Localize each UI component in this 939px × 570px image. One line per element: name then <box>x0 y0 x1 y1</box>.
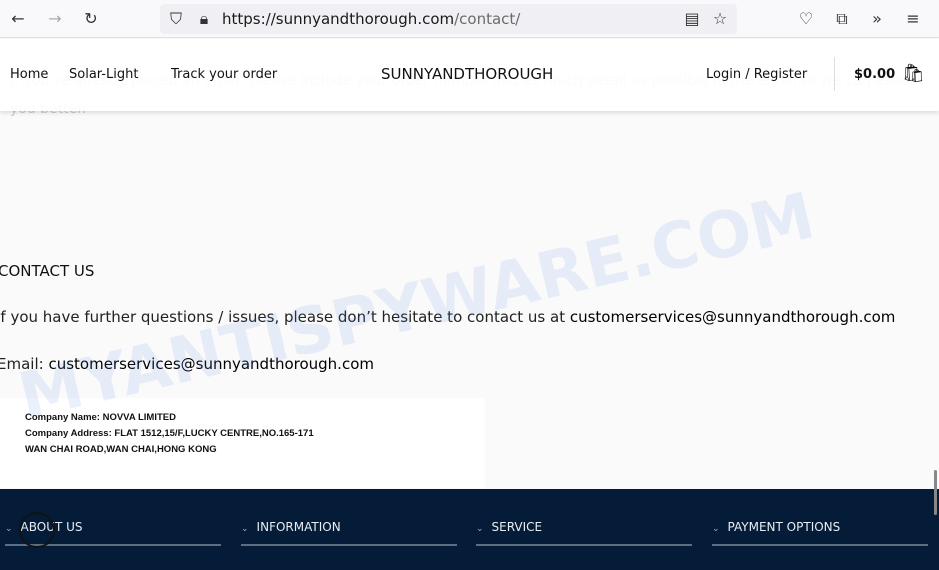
shield-icon[interactable]: ⛉ <box>166 9 186 29</box>
lock-icon[interactable]: 🔒︎ <box>194 9 214 29</box>
email-label: Email: <box>0 355 49 373</box>
company-address: Company Address: FLAT 1512,15/F,LUCKY CE… <box>25 428 314 439</box>
bookmark-star-icon[interactable]: ☆ <box>710 9 730 28</box>
email-link[interactable]: customerservices@sunnyandthorough.com <box>48 355 374 373</box>
pocket-icon[interactable]: ♡ <box>796 9 816 28</box>
contact-heading: CONTACT US <box>0 262 95 280</box>
company-address-2: WAN CHAI ROAD,WAN CHAI,HONG KONG <box>25 444 217 455</box>
chevron-down-icon: ⌄ <box>5 524 13 534</box>
reader-view-icon[interactable]: ▤ <box>682 9 702 28</box>
url-path: /contact/ <box>454 10 521 28</box>
divider <box>834 57 835 91</box>
cart-total[interactable]: $0.00 <box>854 67 895 82</box>
footer-payment-options[interactable]: ⌄ PAYMENT OPTIONS <box>712 520 928 546</box>
reload-icon[interactable]: ↻ <box>81 9 101 28</box>
cursor-highlight <box>19 512 55 548</box>
shopping-bag-icon[interactable]: 🛍︎ <box>902 63 925 84</box>
login-register-link[interactable]: Login / Register <box>706 67 807 82</box>
email-paragraph: Email: customerservices@sunnyandthorough… <box>0 355 374 373</box>
footer-heading: INFORMATION <box>256 520 341 534</box>
url-text: https://sunnyandthorough.com/contact/ <box>222 10 520 28</box>
menu-icon[interactable]: ≡ <box>903 9 923 28</box>
extensions-icon[interactable]: ⧉ <box>832 9 852 29</box>
contact-email-link[interactable]: customerservices@sunnyandthorough.com <box>570 308 896 326</box>
site-footer: ⌄ ABOUT US ⌄ INFORMATION ⌄ SERVICE ⌄ PAYMENT… <box>0 489 939 570</box>
footer-service[interactable]: ⌄ SERVICE <box>476 520 692 546</box>
overflow-icon[interactable]: » <box>867 9 887 28</box>
footer-heading: SERVICE <box>491 520 543 534</box>
address-bar[interactable]: ⛉ 🔒︎ https://sunnyandthorough.com/contac… <box>160 4 737 34</box>
footer-heading: PAYMENT OPTIONS <box>727 520 841 534</box>
chevron-down-icon: ⌄ <box>241 524 249 534</box>
site-logo[interactable]: SUNNYANDTHOROUGH <box>381 65 553 83</box>
forward-icon[interactable]: → <box>45 9 65 28</box>
browser-toolbar: ← → ↻ ⛉ 🔒︎ https://sunnyandthorough.com/… <box>0 0 939 38</box>
contact-paragraph: If you have further questions / issues, … <box>0 308 895 326</box>
nav-solar-light[interactable]: Solar-Light <box>69 67 138 82</box>
company-info-image: Company Name: NOVVA LIMITED Company Addr… <box>0 398 485 488</box>
back-icon[interactable]: ← <box>8 9 28 28</box>
company-name: Company Name: NOVVA LIMITED <box>25 412 176 423</box>
footer-information[interactable]: ⌄ INFORMATION <box>241 520 457 546</box>
nav-home[interactable]: Home <box>10 67 48 82</box>
chevron-down-icon: ⌄ <box>712 524 720 534</box>
nav-track-order[interactable]: Track your order <box>171 67 277 82</box>
url-host: https://sunnyandthorough.com <box>222 10 455 28</box>
watermark: MYANTISPYWARE.COM <box>12 179 822 435</box>
chevron-down-icon: ⌄ <box>476 524 484 534</box>
contact-text: If you have further questions / issues, … <box>0 308 570 326</box>
site-header: Home Solar-Light Track your order SUNNYA… <box>0 39 939 111</box>
scrollbar[interactable] <box>934 470 937 515</box>
